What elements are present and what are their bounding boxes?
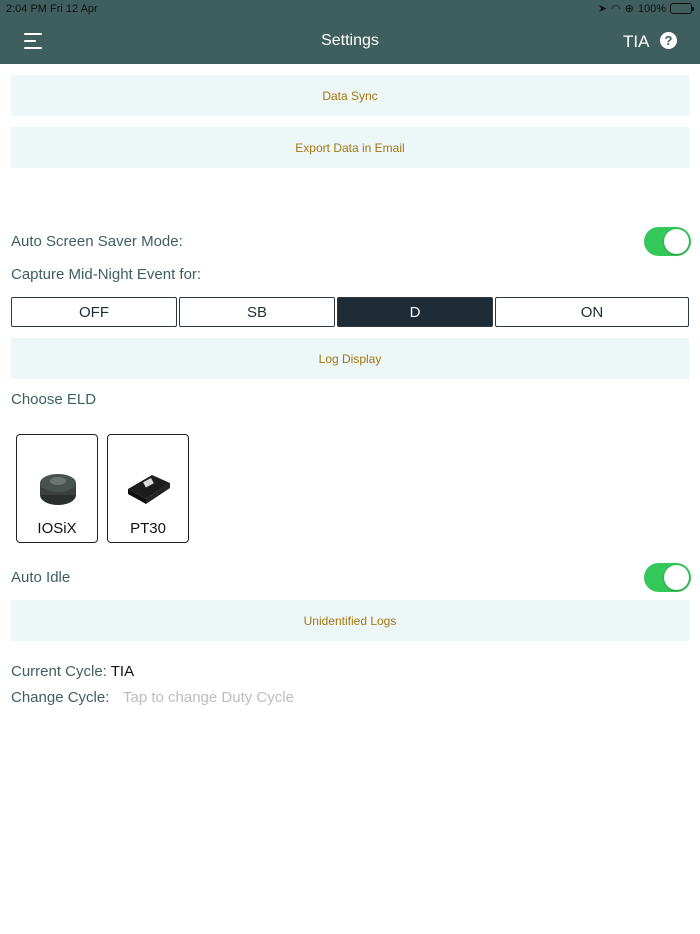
export-email-button[interactable]: Export Data in Email [11,127,689,168]
auto-screen-saver-toggle[interactable] [644,227,691,256]
segment-on[interactable]: ON [495,297,689,327]
auto-screen-saver-label: Auto Screen Saver Mode: [11,233,183,250]
unidentified-logs-button[interactable]: Unidentified Logs [11,600,689,641]
eld-card-pt30[interactable]: PT30 [107,434,189,543]
pt30-device-icon [128,475,170,504]
current-cycle-label: Current Cycle: [11,663,107,680]
wifi-icon: ◠ [611,3,621,15]
segment-off[interactable]: OFF [11,297,177,327]
status-time: 2:04 PM Fri 12 Apr [6,3,98,15]
eld-name-pt30: PT30 [130,520,166,537]
menu-icon[interactable] [24,33,42,49]
change-cycle-input[interactable]: Tap to change Duty Cycle [123,689,294,706]
eld-name-iosix: IOSiX [37,520,77,537]
current-cycle-row: Current Cycle: TIA [11,663,134,680]
iosix-device-icon [40,474,76,505]
header-cycle: TIA [623,32,650,51]
page-title: Settings [321,32,379,49]
segment-d[interactable]: D [337,297,493,327]
lock-rotation-icon: ⊕ [624,3,634,15]
battery-percent: 100% [637,2,666,15]
log-display-button[interactable]: Log Display [11,338,689,379]
segment-sb[interactable]: SB [179,297,335,327]
change-cycle-label: Change Cycle: [11,689,110,706]
battery-icon [670,3,694,14]
top-bar: 2:04 PM Fri 12 Apr ➤ ◠ ⊕ 100% Settings T… [0,0,700,64]
status-indicators: ➤ ◠ ⊕ 100% [597,2,694,15]
auto-idle-label: Auto Idle [11,569,71,586]
data-sync-button[interactable]: Data Sync [11,75,689,116]
help-icon[interactable]: ? [660,32,677,49]
current-cycle-value: TIA [110,663,135,680]
capture-midnight-label: Capture Mid-Night Event for: [11,266,202,283]
location-icon: ➤ [597,3,608,15]
choose-eld-label: Choose ELD [11,391,97,408]
auto-idle-toggle[interactable] [644,563,691,592]
eld-card-iosix[interactable]: IOSiX [16,434,98,543]
